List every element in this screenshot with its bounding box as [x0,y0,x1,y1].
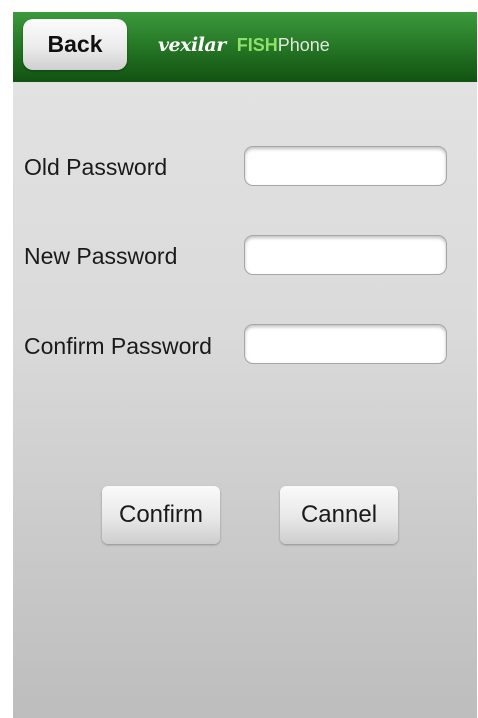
brand-vexilar: vexilar [158,34,226,56]
new-password-label: New Password [24,243,178,269]
new-password-field[interactable] [244,235,447,275]
navigation-bar: Back vexilar FISH Phone [13,12,477,82]
cancel-button[interactable]: Cannel [280,486,398,544]
back-button[interactable]: Back [23,19,127,70]
brand-fish: FISH [236,35,278,55]
app-screen: Back vexilar FISH Phone Old Password New… [13,12,477,718]
brand-logo: vexilar FISH Phone [158,34,330,64]
confirm-button[interactable]: Confirm [102,486,220,544]
old-password-field[interactable] [244,146,447,186]
confirm-password-label: Confirm Password [24,333,212,359]
confirm-password-field[interactable] [244,324,447,364]
brand-phone: Phone [277,35,330,55]
old-password-label: Old Password [24,154,168,180]
